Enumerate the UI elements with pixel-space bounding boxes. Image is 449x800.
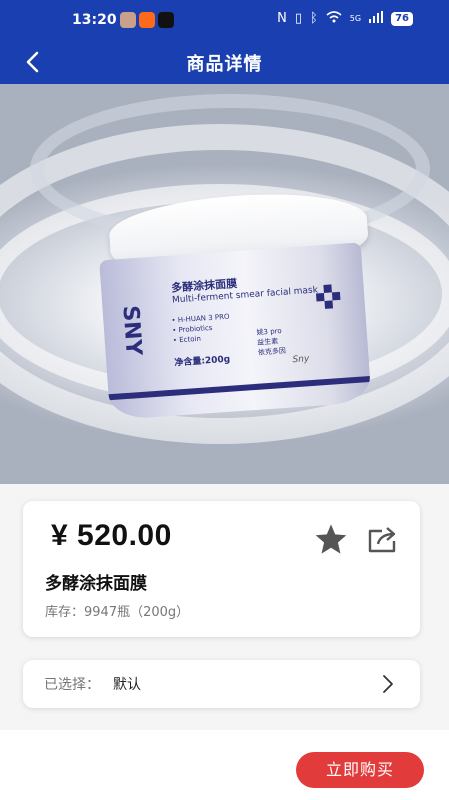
jar-body: SNY 多酵涂抹面膜 Multi-ferment smear facial ma… bbox=[99, 242, 372, 421]
share-button[interactable] bbox=[364, 521, 400, 557]
product-stock: 库存：9947瓶（200g） bbox=[45, 605, 190, 620]
app-tiktok-icon bbox=[158, 12, 174, 28]
battery-icon: 76 bbox=[391, 11, 413, 26]
share-icon bbox=[368, 527, 396, 553]
brand-cross-icon bbox=[315, 284, 341, 310]
vibrate-icon: ▯ bbox=[294, 11, 302, 26]
network-label: 5G bbox=[349, 14, 362, 23]
jar-brand: SNY bbox=[117, 304, 146, 357]
spec-selector[interactable]: 已选择： 默认 bbox=[23, 660, 420, 708]
product-jar: SNY 多酵涂抹面膜 Multi-ferment smear facial ma… bbox=[95, 186, 380, 435]
status-bar: 13:20 N ▯ ᛒ 5G 76 bbox=[0, 0, 449, 40]
page-title: 商品详情 bbox=[186, 54, 263, 75]
jar-ingredients-cn: 姚3 pro 益生素 依克多因 bbox=[256, 326, 286, 358]
navigation-bar: 商品详情 bbox=[0, 40, 449, 84]
product-image[interactable]: SNY 多酵涂抹面膜 Multi-ferment smear facial ma… bbox=[0, 84, 449, 484]
star-icon bbox=[315, 524, 347, 554]
selection-label: 已选择： bbox=[44, 677, 100, 693]
jar-band bbox=[108, 375, 371, 401]
jar-ingredient-cn: 依克多因 bbox=[257, 346, 287, 357]
nfc-icon: N bbox=[277, 11, 287, 26]
app-avatar-icon bbox=[120, 12, 136, 28]
product-info-card: ¥ 520.00 多酵涂抹面膜 库存：9947瓶（200g） bbox=[23, 501, 420, 637]
jar-net-weight: 净含量:200g bbox=[174, 354, 231, 369]
wifi-icon bbox=[326, 11, 342, 26]
product-name: 多酵涂抹面膜 bbox=[45, 574, 147, 594]
selection-value: 默认 bbox=[113, 677, 141, 693]
bluetooth-icon: ᛒ bbox=[309, 11, 318, 26]
status-app-icons bbox=[120, 12, 174, 28]
buy-now-button[interactable]: 立即购买 bbox=[296, 752, 424, 788]
favorite-button[interactable] bbox=[313, 521, 349, 557]
app-taobao-icon bbox=[139, 12, 155, 28]
chevron-right-icon bbox=[383, 675, 393, 693]
bottom-action-bar: 立即购买 bbox=[0, 730, 449, 800]
status-time: 13:20 bbox=[72, 12, 117, 28]
jar-signature: Sny bbox=[292, 354, 310, 366]
signal-icon bbox=[369, 11, 384, 26]
jar-ingredients: • H-HUAN 3 PRO • Probiotics • Ectoin bbox=[171, 312, 231, 346]
product-price: ¥ 520.00 bbox=[51, 519, 172, 552]
status-indicators: N ▯ ᛒ 5G 76 bbox=[277, 11, 413, 26]
